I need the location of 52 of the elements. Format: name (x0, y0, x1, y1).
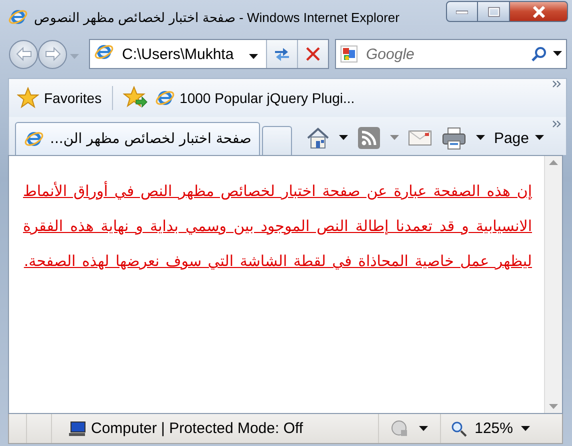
stop-button[interactable] (297, 40, 328, 68)
page-caret-icon[interactable] (535, 135, 544, 141)
forward-arrow-icon (44, 47, 60, 61)
refresh-arrows-icon (273, 46, 291, 62)
more-chevron-icon[interactable] (552, 120, 562, 128)
dropdown-caret-icon[interactable] (249, 54, 258, 60)
search-icon[interactable] (531, 46, 547, 62)
print-caret-icon[interactable] (476, 135, 485, 141)
zoom-button[interactable]: 125% (440, 414, 540, 443)
back-button[interactable] (9, 40, 38, 68)
close-icon (532, 6, 546, 18)
forward-button[interactable] (38, 40, 67, 68)
page-icon (94, 42, 114, 62)
star-icon (17, 87, 39, 109)
home-caret-icon[interactable] (338, 135, 348, 141)
close-button[interactable] (510, 1, 568, 22)
page-icon (154, 88, 175, 108)
scroll-down-icon[interactable] (549, 404, 558, 409)
add-favorite-icon[interactable] (122, 86, 149, 110)
search-options-caret-icon[interactable] (553, 51, 562, 57)
stop-x-icon (306, 47, 320, 61)
browser-tab[interactable]: صفحة اختبار لخصائص مظهر الن... (15, 122, 260, 155)
favorites-button[interactable]: Favorites (17, 87, 102, 109)
more-chevron-icon[interactable] (552, 80, 562, 88)
computer-icon (68, 420, 86, 436)
security-zone-label: Computer | Protected Mode: Off (91, 420, 304, 437)
feed-icon[interactable] (356, 126, 381, 150)
minimize-icon (456, 10, 468, 14)
refresh-button[interactable] (266, 40, 297, 68)
browser-icon (8, 7, 28, 27)
scroll-up-icon[interactable] (549, 160, 558, 165)
maximize-button[interactable] (478, 1, 510, 22)
feed-caret-icon[interactable] (390, 135, 399, 141)
minimize-button[interactable] (446, 1, 478, 22)
new-tab-button[interactable] (262, 126, 292, 155)
protected-caret-icon[interactable] (418, 426, 428, 432)
mail-icon[interactable] (408, 129, 432, 147)
page-icon (24, 129, 44, 149)
favorite-link[interactable]: 1000 Popular jQuery Plugi... (154, 88, 355, 108)
maximize-icon (488, 6, 500, 16)
zoom-icon (450, 420, 467, 436)
back-arrow-icon (16, 47, 32, 61)
paragraph: إن هذه الصفحة عبارة عن صفحة اختبار لخصائص مظهر النص في أوراق الأنماط الانسيابية و قد تعمدنا إطالة النص الموجود بين وسمي بداية و نهاية هذه الفقرة ليظهر عمل خاصية المحاذاة في لقطة الشاشة التي سوف نعرضها لهذه الصفحة. (23, 180, 532, 272)
address-field[interactable]: C:\Users\Mukhta (89, 39, 329, 69)
window-title: صفحة اختبار لخصائص مظهر النصوص - Windows Internet Explorer (34, 10, 400, 24)
zoom-caret-icon[interactable] (521, 426, 530, 432)
scrollbar[interactable] (544, 156, 562, 413)
search-bar[interactable]: Google (335, 39, 567, 69)
page-menu[interactable]: Page (494, 130, 544, 146)
printer-icon[interactable] (440, 126, 467, 150)
home-icon[interactable] (306, 126, 330, 150)
search-provider-icon (340, 45, 358, 63)
